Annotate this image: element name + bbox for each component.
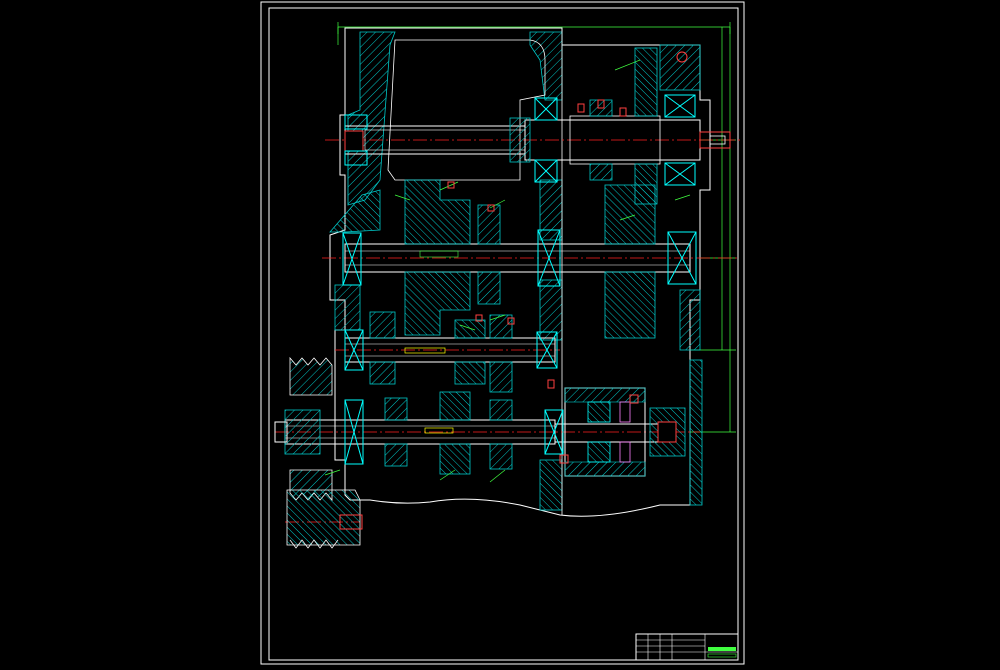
gear-2c [604,184,656,245]
gear-3b [454,319,486,339]
gear-4a [384,397,408,421]
housing-central-partition-upper [539,179,563,241]
gear-1a [634,47,658,117]
gear-2a [404,179,471,245]
clutch-plates-upper [587,401,611,423]
shaft-1-left-end [344,130,364,152]
gearbox-assembly-drawing [260,1,745,665]
shaft-2-label-box [419,250,459,258]
housing-central-partition-bottom [539,459,563,511]
shaft-1-gears [589,47,658,205]
housing-central-partition-lower [539,279,563,341]
pulley-grooves-top [289,356,333,396]
gear-3a [369,311,396,339]
gear-4c [489,399,513,421]
title-block-name-cell [708,647,736,651]
shaft-1-hatched-collar [509,117,531,163]
housing-wall-right-upper [659,44,701,91]
title-block [635,633,739,661]
shaft-4-right-section [554,423,661,443]
cad-drawing-viewport[interactable] [0,0,1000,666]
shaft-2-gears [404,179,656,339]
housing-wall-right-middle [679,289,701,351]
housing-wall-top-middle [529,31,563,101]
housing-wall-left-lower [334,284,361,331]
clutch-plates-lower [587,441,611,463]
lower-pulley-section [286,489,363,549]
shaft-4-left-hub [284,409,321,455]
housing-wall-right-lower [689,359,703,506]
shaft-3-key [404,347,446,354]
shaft-3-gears [369,311,513,393]
housing-wall-top-left [347,31,396,206]
gear-4b [439,391,471,421]
